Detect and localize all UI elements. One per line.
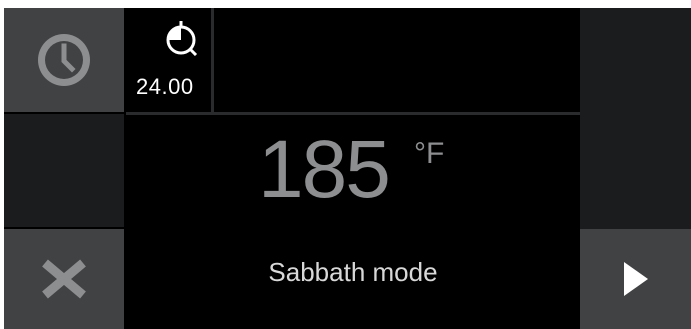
left-empty-panel <box>4 114 124 227</box>
temperature-unit: °F <box>414 137 445 170</box>
clock-icon <box>38 34 90 86</box>
mode-label: Sabbath mode <box>268 257 438 287</box>
temperature-value: 185 <box>258 124 391 215</box>
cancel-button[interactable] <box>4 229 124 329</box>
timer-value: 24.00 <box>136 74 194 99</box>
kitchen-timer-icon <box>166 21 198 56</box>
top-empty-panel <box>217 8 580 112</box>
next-button[interactable] <box>580 229 691 329</box>
main-display: 185 °F Sabbath mode <box>126 115 580 329</box>
oven-control-screen: 24.00 185 °F Sabbath mode <box>4 8 691 329</box>
right-empty-panel <box>580 8 691 229</box>
timer-tile[interactable]: 24.00 <box>126 8 214 112</box>
clock-button[interactable] <box>4 8 124 112</box>
x-icon <box>42 259 86 299</box>
play-triangle-icon <box>623 262 648 296</box>
